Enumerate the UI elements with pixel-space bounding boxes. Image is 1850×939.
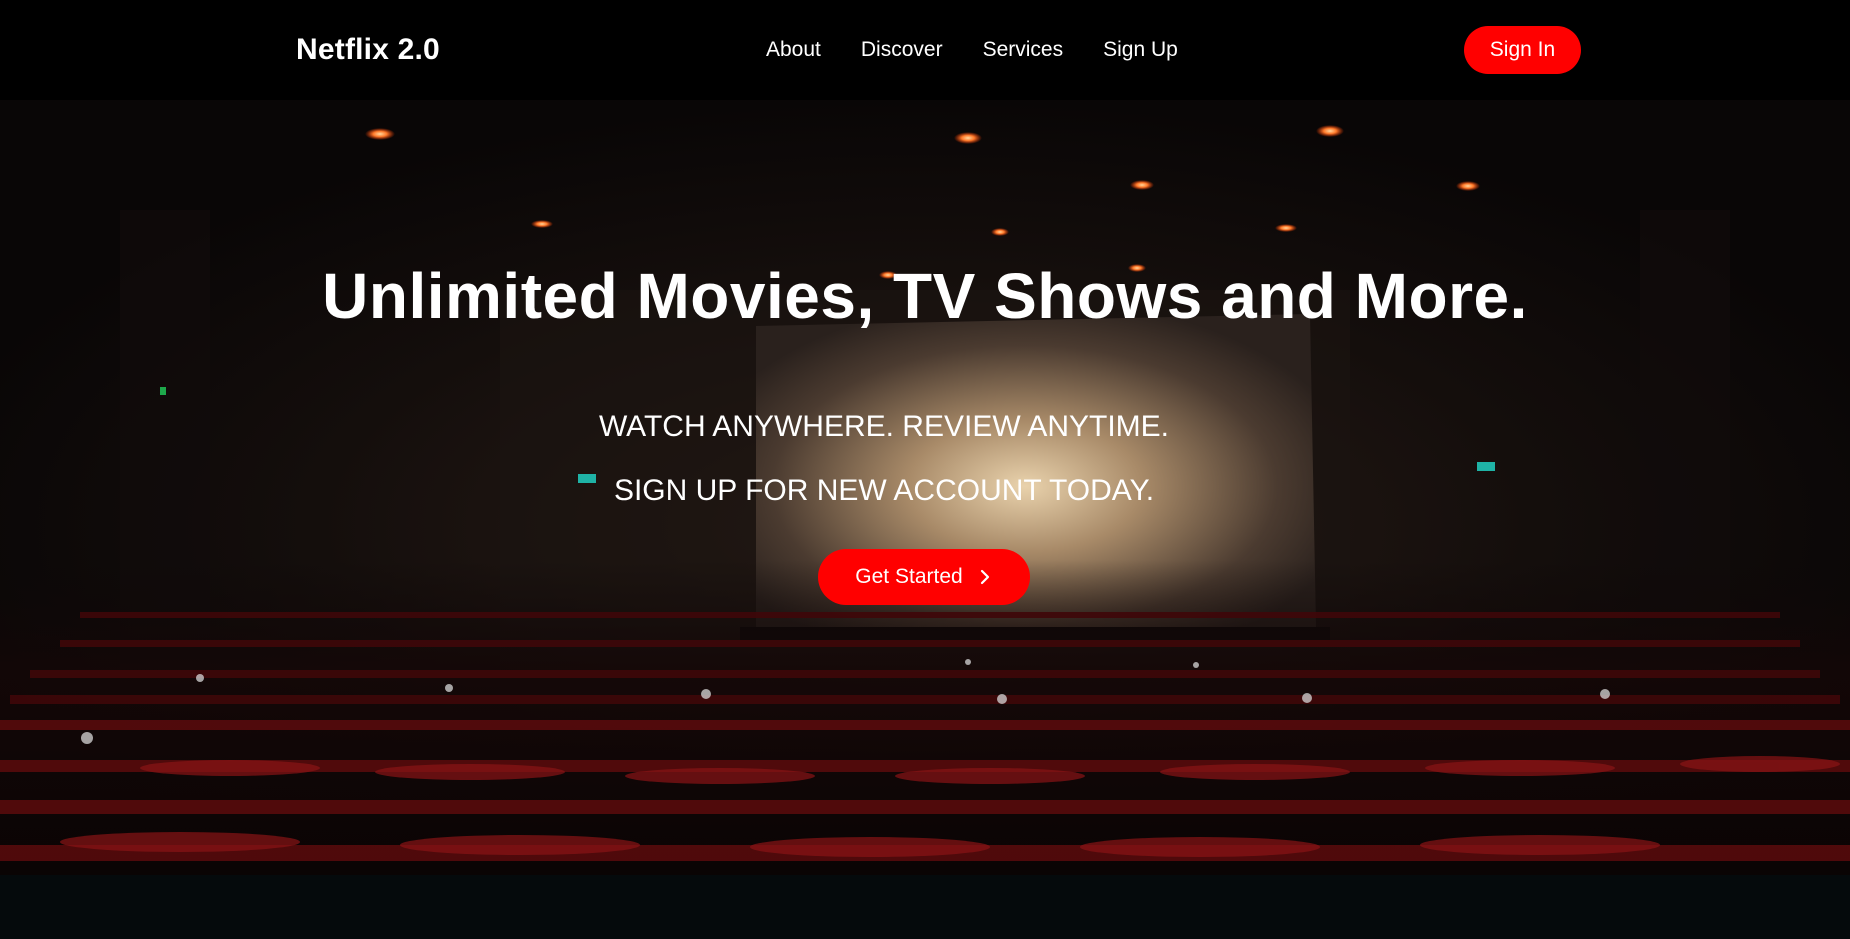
hero-tagline-2: SIGN UP FOR NEW ACCOUNT TODAY. [613,474,1155,507]
nav-link-services[interactable]: Services [983,36,1064,64]
nav-links: About Discover Services Sign Up [766,36,1178,64]
logo[interactable]: Netflix 2.0 [296,30,440,70]
hero-section: Unlimited Movies, TV Shows and More. WAT… [0,100,1850,875]
nav-link-sign-up[interactable]: Sign Up [1103,36,1178,64]
bottom-section [0,875,1850,939]
navbar: Netflix 2.0 About Discover Services Sign… [0,0,1850,100]
hero-title: Unlimited Movies, TV Shows and More. [322,260,1528,332]
sign-in-button[interactable]: Sign In [1464,26,1581,74]
get-started-button[interactable]: Get Started [818,549,1030,605]
get-started-label: Get Started [855,565,963,588]
hero-tagline-1: WATCH ANYWHERE. REVIEW ANYTIME. [598,410,1170,443]
nav-link-about[interactable]: About [766,36,821,64]
nav-link-discover[interactable]: Discover [861,36,943,64]
chevron-right-icon [980,569,989,585]
